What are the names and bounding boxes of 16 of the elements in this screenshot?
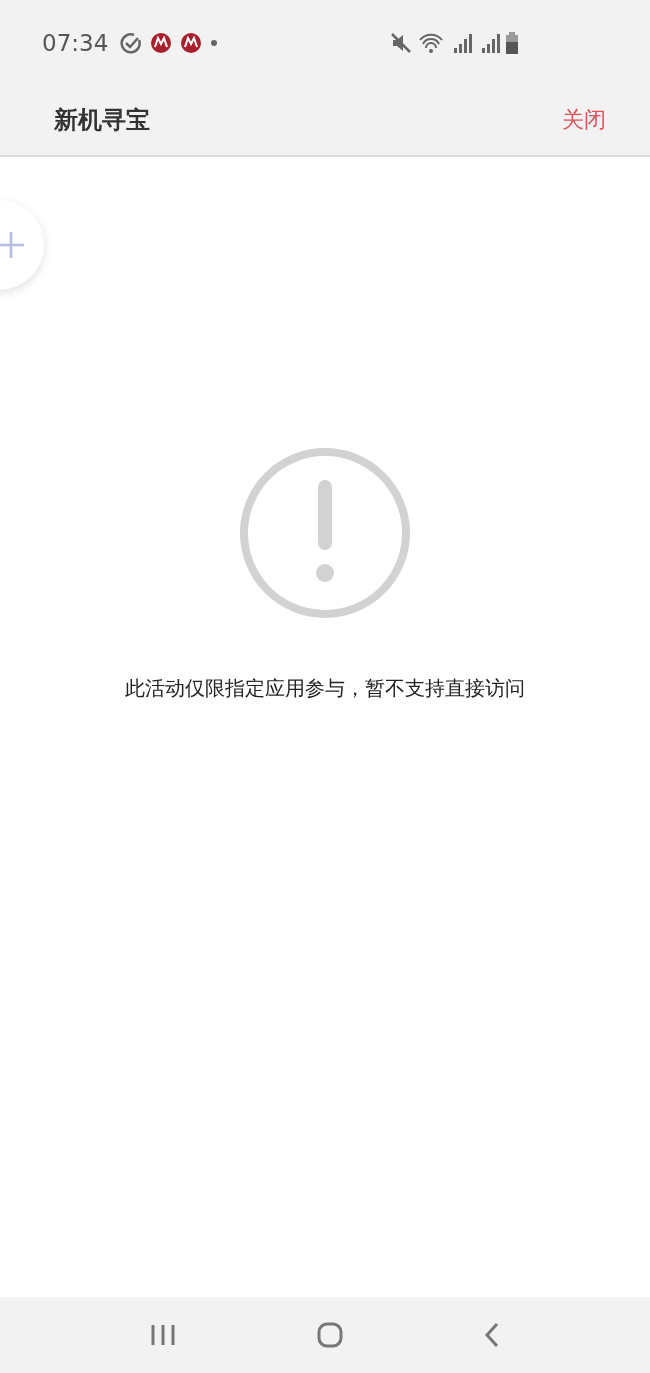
check-circle-icon xyxy=(120,31,143,54)
wifi-icon xyxy=(418,31,444,54)
recent-apps-icon[interactable] xyxy=(150,1323,177,1347)
message-text: 此活动仅限指定应用参与，暂不支持直接访问 xyxy=(125,675,525,702)
alert-icon xyxy=(239,447,411,619)
status-time: 07:34 xyxy=(42,29,109,56)
home-icon[interactable] xyxy=(317,1322,343,1348)
back-icon[interactable] xyxy=(483,1322,500,1348)
mute-icon xyxy=(390,31,412,54)
plus-icon xyxy=(0,230,26,260)
close-button[interactable]: 关闭 xyxy=(562,101,606,139)
page-title: 新机寻宝 xyxy=(54,105,150,136)
battery-icon xyxy=(506,31,518,54)
bank-logo-icon xyxy=(150,31,173,54)
bank-logo-icon xyxy=(180,31,203,54)
dot-icon xyxy=(210,38,219,47)
